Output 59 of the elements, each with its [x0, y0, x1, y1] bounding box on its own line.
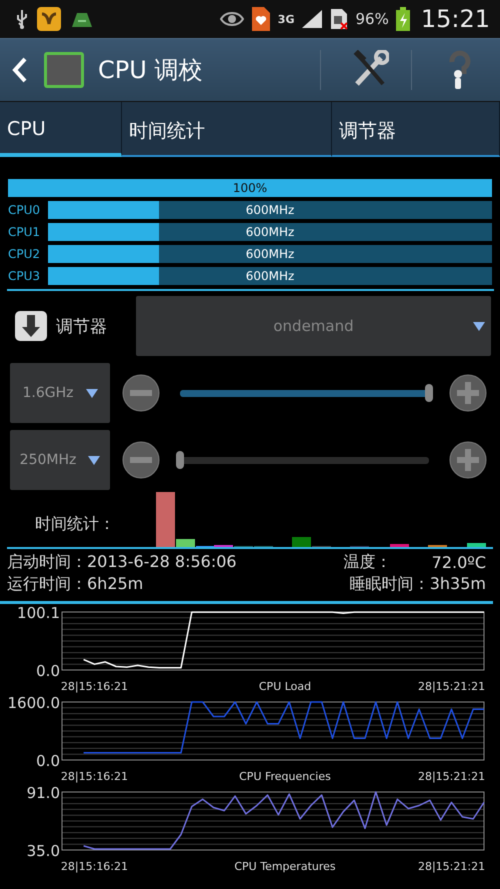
core-label: CPU0: [8, 203, 42, 217]
chart-title: CPU Load: [258, 680, 312, 693]
sim-icon: [330, 8, 348, 30]
axis-tick-label: 35.0: [26, 842, 60, 860]
download-icon[interactable]: [14, 310, 48, 342]
chip-icon: [42, 50, 86, 90]
temperature-value: 72.0ºC: [432, 552, 486, 572]
axis-tick-label: 28|15:16:21: [60, 860, 128, 873]
slider-thumb[interactable]: [425, 384, 433, 402]
temperature-label: 温度：: [344, 552, 392, 572]
usage-reading: 600MHz: [246, 225, 294, 239]
usage-reading: 100%: [232, 181, 268, 195]
axis-tick-label: 28|15:21:21: [418, 770, 486, 783]
axis-tick-label: 28|15:21:21: [418, 680, 486, 693]
tab[interactable]: 调节器: [332, 102, 500, 157]
frequency-dropdown[interactable]: 1.6GHz: [10, 363, 110, 423]
governor-label: 调节器: [56, 316, 108, 338]
axis-tick-label: 91.0: [26, 784, 60, 802]
sleep-time: 睡眠时间：3h35m: [350, 574, 486, 594]
tab[interactable]: 时间统计: [122, 102, 332, 157]
heart-app-icon: [250, 6, 271, 32]
battery-label: 96%: [355, 10, 389, 28]
axis-tick-label: 28|15:16:21: [60, 770, 128, 783]
minus-button[interactable]: [122, 441, 160, 479]
eye-icon: [220, 11, 244, 27]
usage-reading: 600MHz: [246, 269, 294, 283]
chart-title: CPU Frequencies: [239, 770, 331, 783]
governor-dropdown[interactable]: ondemand: [136, 296, 491, 356]
axis-tick-label: 0.0: [36, 752, 60, 770]
chart-title: CPU Temperatures: [234, 860, 336, 873]
minus-button[interactable]: [122, 374, 160, 412]
core-label: CPU3: [8, 269, 42, 283]
time-stats-label: 时间统计：: [35, 514, 116, 535]
usage-reading: 600MHz: [246, 203, 294, 217]
battery-charging-icon: [396, 7, 410, 31]
usage-reading: 600MHz: [246, 247, 294, 261]
plus-button[interactable]: [449, 374, 487, 412]
frequency-dropdown[interactable]: 250MHz: [10, 430, 110, 490]
tab[interactable]: CPU: [0, 102, 122, 157]
boot-time: 启动时间：2013-6-28 8:56:06: [7, 552, 237, 572]
axis-tick-label: 28|15:16:21: [60, 680, 128, 693]
network-label: 3G: [278, 12, 294, 26]
app-title: CPU 调校: [98, 55, 202, 86]
core-label: CPU2: [8, 247, 42, 261]
usb-icon: [15, 9, 29, 29]
axis-tick-label: 28|15:21:21: [418, 860, 486, 873]
core-label: CPU1: [8, 225, 42, 239]
axis-tick-label: 0.0: [36, 662, 60, 680]
axis-tick-label: 100.1: [17, 604, 60, 622]
clock: 15:21: [420, 5, 490, 33]
back-icon[interactable]: [12, 57, 28, 83]
uptime: 运行时间：6h25m: [7, 574, 144, 594]
axis-tick-label: 1600.0: [8, 694, 60, 712]
dropdown-arrow-icon: [86, 388, 98, 398]
dropdown-arrow-icon: [88, 456, 100, 464]
dropdown-arrow-icon: [473, 322, 485, 331]
signal-icon: [301, 9, 324, 29]
plus-button[interactable]: [449, 441, 487, 479]
slider-thumb[interactable]: [176, 450, 184, 468]
